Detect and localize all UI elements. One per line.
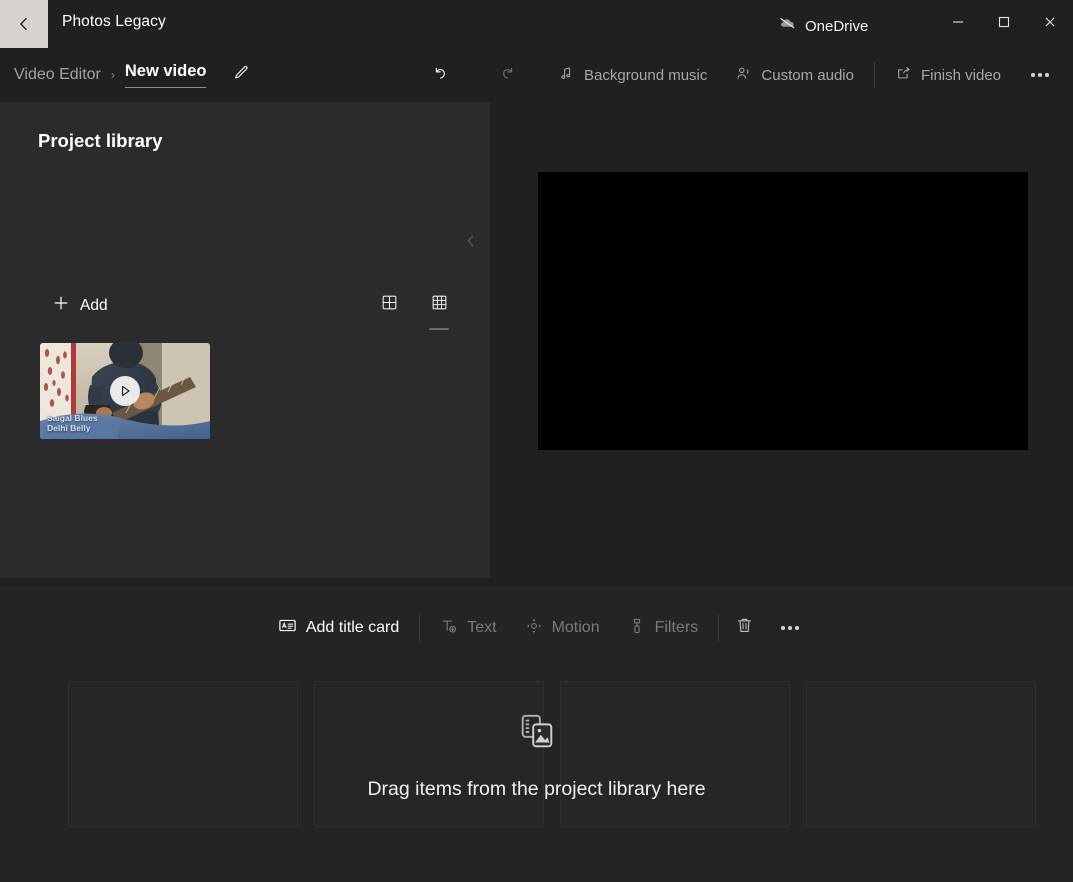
title-card-icon [278, 616, 297, 640]
command-separator [874, 62, 875, 88]
redo-button[interactable] [492, 60, 524, 90]
thumbnail-caption-line2: Delhi Belly [47, 423, 98, 433]
motion-icon [525, 617, 543, 640]
close-icon [1043, 15, 1057, 34]
ellipsis-icon [1031, 73, 1049, 77]
storyboard-more-button[interactable] [771, 612, 809, 644]
maximize-icon [997, 15, 1011, 34]
library-item[interactable]: Saigal Blues Delhi Belly [40, 343, 210, 439]
grid-2x2-icon [381, 294, 398, 316]
video-canvas[interactable] [538, 172, 1028, 450]
maximize-button[interactable] [981, 0, 1027, 48]
onedrive-status[interactable]: OneDrive [778, 14, 868, 38]
background-music-button[interactable]: Background music [550, 60, 721, 90]
storyboard-placeholder-card[interactable] [560, 681, 790, 827]
command-bar: Video Editor › New video [0, 48, 1073, 102]
add-title-card-label: Add title card [306, 619, 399, 637]
pencil-icon [232, 64, 250, 87]
library-add-row: Add [46, 290, 118, 321]
command-actions: Background music Custom audio [550, 60, 1057, 90]
storyboard-placeholder-card[interactable] [806, 681, 1036, 827]
command-more-button[interactable] [1023, 60, 1057, 90]
ellipsis-icon [781, 626, 799, 630]
storyboard-separator [419, 615, 420, 641]
custom-audio-label: Custom audio [761, 67, 854, 84]
arrow-left-icon [14, 14, 34, 34]
breadcrumb-video-editor[interactable]: Video Editor [14, 66, 101, 84]
breadcrumb-separator: › [109, 68, 117, 82]
storyboard-panel: Add title card Text [0, 586, 1073, 882]
undo-redo-group [424, 60, 524, 90]
finish-video-button[interactable]: Finish video [881, 60, 1015, 90]
view-mode-small-tiles[interactable] [422, 288, 456, 322]
minimize-button[interactable] [935, 0, 981, 48]
trash-icon [735, 616, 754, 640]
library-view-modes [372, 288, 456, 322]
collapse-library-button[interactable] [458, 230, 484, 256]
app-title: Photos Legacy [62, 13, 166, 31]
redo-icon [498, 63, 518, 88]
finish-video-label: Finish video [921, 67, 1001, 84]
filters-button[interactable]: Filters [614, 612, 713, 644]
thumbnail-caption-line1: Saigal Blues [47, 413, 98, 423]
storyboard-toolbar: Add title card Text [0, 608, 1073, 648]
storyboard-placeholder-card[interactable] [68, 681, 298, 827]
play-icon [110, 376, 140, 406]
thumbnail-caption: Saigal Blues Delhi Belly [47, 413, 98, 433]
view-mode-large-tiles[interactable] [372, 288, 406, 322]
rename-project-button[interactable] [226, 60, 256, 90]
motion-label: Motion [552, 619, 600, 637]
text-label: Text [467, 619, 496, 637]
breadcrumb: Video Editor › New video [14, 60, 256, 90]
onedrive-label: OneDrive [805, 18, 868, 35]
minimize-icon [951, 15, 965, 34]
background-music-label: Background music [584, 67, 707, 84]
person-audio-icon [735, 65, 752, 86]
text-icon [440, 617, 458, 640]
project-library-title: Project library [38, 130, 162, 152]
project-name-field[interactable]: New video [125, 62, 207, 88]
back-button[interactable] [0, 0, 48, 48]
window-controls [935, 0, 1073, 48]
chevron-left-icon [463, 233, 479, 254]
plus-icon [52, 294, 70, 317]
storyboard-placeholder-card[interactable] [314, 681, 544, 827]
add-title-card-button[interactable]: Add title card [264, 612, 413, 644]
share-export-icon [895, 65, 912, 86]
grid-3x3-icon [431, 294, 448, 316]
storyboard-separator-2 [718, 615, 719, 641]
add-media-label: Add [80, 297, 108, 315]
filters-label: Filters [655, 619, 699, 637]
custom-audio-button[interactable]: Custom audio [721, 60, 868, 90]
add-media-button[interactable]: Add [46, 290, 118, 321]
music-note-icon [558, 65, 575, 86]
motion-button[interactable]: Motion [511, 612, 614, 644]
close-button[interactable] [1027, 0, 1073, 48]
video-preview-area: 0:00.00 0:00.00 [490, 102, 1073, 578]
title-bar: Photos Legacy OneDrive [0, 0, 1073, 48]
filters-icon [628, 617, 646, 640]
cloud-slash-icon [778, 14, 797, 38]
undo-button[interactable] [424, 60, 456, 90]
undo-icon [430, 63, 450, 88]
project-library-panel: Project library Add [0, 102, 490, 578]
photos-legacy-window: Photos Legacy OneDrive [0, 0, 1073, 882]
delete-button[interactable] [725, 612, 763, 644]
text-button[interactable]: Text [426, 612, 510, 644]
storyboard-track: Drag items from the project library here [0, 681, 1073, 827]
